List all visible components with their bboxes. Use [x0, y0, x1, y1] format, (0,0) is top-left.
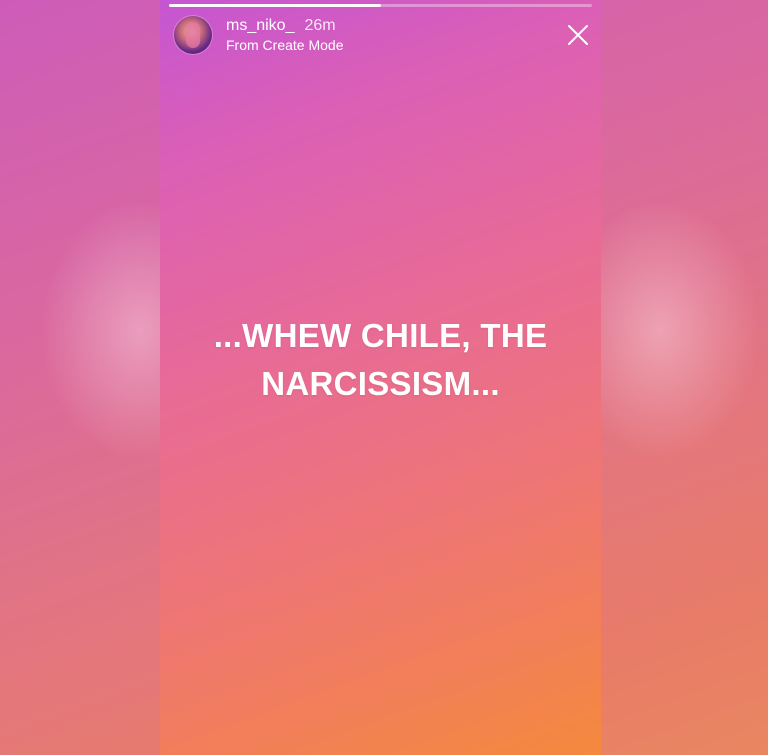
story-source-label[interactable]: From Create Mode	[226, 37, 343, 53]
avatar[interactable]	[174, 16, 212, 54]
close-icon	[568, 25, 588, 45]
story-text-line-1: ...WHEW CHILE, THE	[213, 317, 548, 354]
story-text: ...WHEW CHILE, THE NARCISSISM...	[160, 312, 601, 408]
timestamp: 26m	[304, 16, 336, 34]
username[interactable]: ms_niko_	[226, 17, 294, 35]
story-progress-bar	[169, 4, 592, 7]
story-meta-top: ms_niko_ 26m	[226, 17, 343, 35]
story-progress-fill	[169, 4, 381, 7]
story-header: ms_niko_ 26m From Create Mode	[174, 16, 343, 54]
story-meta: ms_niko_ 26m From Create Mode	[226, 17, 343, 53]
close-button[interactable]	[567, 24, 589, 46]
story-text-line-2: NARCISSISM...	[261, 365, 500, 402]
story-viewer[interactable]: ms_niko_ 26m From Create Mode ...WHEW CH…	[160, 0, 601, 755]
